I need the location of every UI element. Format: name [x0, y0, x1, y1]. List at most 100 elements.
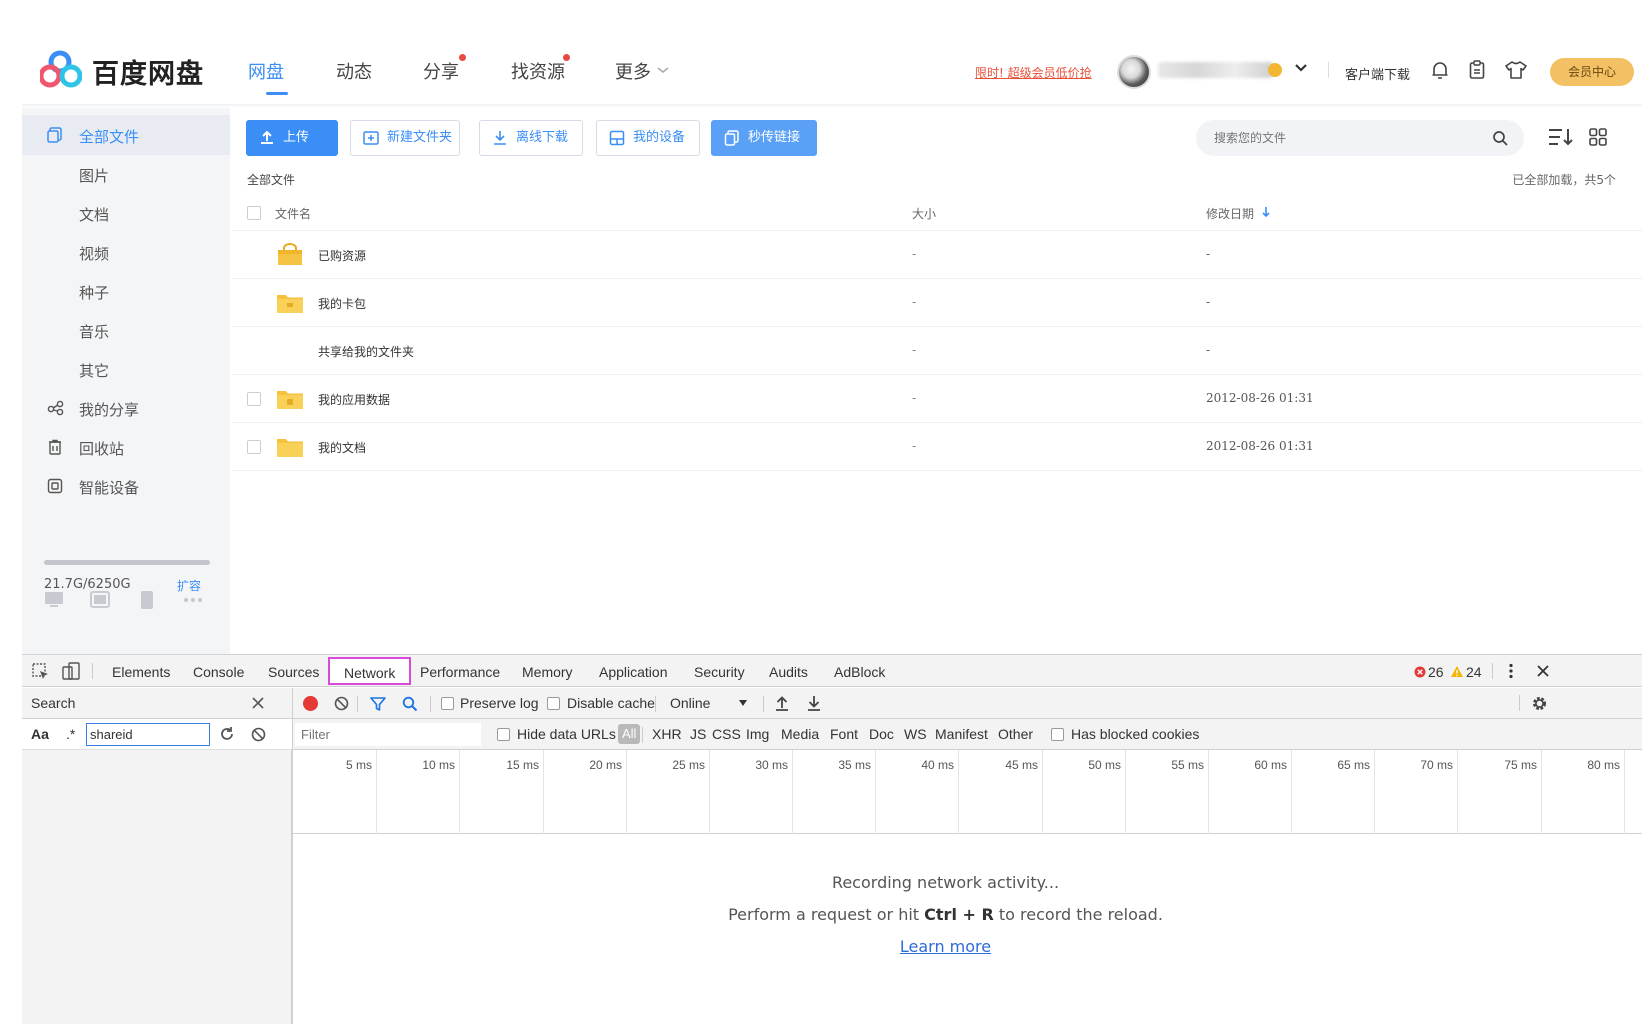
clear-log-icon[interactable]: [334, 696, 349, 711]
tab-elements[interactable]: Elements: [112, 664, 170, 680]
column-header-date[interactable]: 修改日期: [1206, 205, 1254, 222]
shirt-icon[interactable]: [1505, 61, 1527, 79]
username-blurred[interactable]: [1158, 62, 1273, 78]
record-button-icon[interactable]: [303, 696, 318, 711]
close-devtools-icon[interactable]: [1536, 664, 1550, 678]
sidebar-item-videos[interactable]: 视频: [22, 232, 230, 272]
sidebar-item-other[interactable]: 其它: [22, 349, 230, 389]
sidebar-item-torrents[interactable]: 种子: [22, 271, 230, 311]
kebab-menu-icon[interactable]: [1508, 663, 1514, 679]
device-toolbar-icon[interactable]: [62, 662, 80, 680]
sidebar-item-documents[interactable]: 文档: [22, 193, 230, 233]
select-all-checkbox[interactable]: [247, 206, 261, 220]
row-checkbox[interactable]: [247, 440, 261, 454]
nav-share[interactable]: 分享: [423, 58, 459, 84]
vip-center-button[interactable]: 会员中心: [1550, 58, 1634, 86]
bell-icon[interactable]: [1431, 60, 1449, 80]
search-icon[interactable]: [402, 696, 418, 712]
grid-view-icon[interactable]: [1589, 128, 1607, 146]
sidebar-item-recycle-bin[interactable]: 回收站: [22, 427, 230, 467]
my-devices-button[interactable]: 我的设备: [596, 120, 700, 156]
hide-data-urls-label[interactable]: Hide data URLs: [517, 726, 616, 742]
sidebar-item-smart-devices[interactable]: 智能设备: [22, 466, 230, 506]
offline-download-button[interactable]: 离线下载: [479, 120, 583, 156]
warning-icon[interactable]: [1450, 665, 1464, 678]
hide-data-urls-checkbox[interactable]: [497, 728, 510, 741]
sidebar-item-music[interactable]: 音乐: [22, 310, 230, 350]
filter-type-doc[interactable]: Doc: [869, 726, 894, 742]
file-name[interactable]: 已购资源: [318, 247, 366, 264]
upload-button[interactable]: 上传: [246, 120, 338, 156]
filter-type-js[interactable]: JS: [690, 726, 706, 742]
nav-more[interactable]: 更多: [615, 58, 651, 84]
gear-icon[interactable]: [1531, 695, 1548, 712]
filter-type-media[interactable]: Media: [781, 726, 819, 742]
file-row[interactable]: 共享给我的文件夹 - -: [232, 327, 1642, 375]
file-row[interactable]: 我的应用数据 - 2012-08-26 01:31: [232, 375, 1642, 423]
clear-search-icon[interactable]: [251, 727, 266, 742]
filter-type-ws[interactable]: WS: [904, 726, 927, 742]
warning-count[interactable]: 24: [1466, 664, 1482, 680]
learn-more-text[interactable]: Learn more: [900, 937, 991, 956]
filter-type-other[interactable]: Other: [998, 726, 1033, 742]
has-blocked-cookies-label[interactable]: Has blocked cookies: [1071, 726, 1199, 742]
nav-activity[interactable]: 动态: [336, 58, 372, 84]
filter-type-css[interactable]: CSS: [712, 726, 741, 742]
file-name[interactable]: 共享给我的文件夹: [318, 343, 414, 360]
preserve-log-label[interactable]: Preserve log: [460, 695, 539, 711]
filter-type-manifest[interactable]: Manifest: [935, 726, 988, 742]
throttle-select[interactable]: Online: [670, 695, 710, 711]
column-header-size[interactable]: 大小: [912, 205, 936, 222]
tab-network[interactable]: Network: [328, 657, 412, 685]
file-name[interactable]: 我的卡包: [318, 295, 366, 312]
expand-storage-link[interactable]: 扩容: [177, 577, 201, 594]
client-download-link[interactable]: 客户端下载: [1345, 64, 1410, 83]
nav-find-resources[interactable]: 找资源: [511, 58, 565, 84]
network-filter-input[interactable]: [295, 723, 481, 746]
throttle-dropdown-icon[interactable]: [739, 700, 747, 706]
sidebar-item-all-files[interactable]: 全部文件: [22, 115, 230, 155]
logo-text[interactable]: 百度网盘: [92, 52, 204, 91]
search-query-input[interactable]: [86, 723, 210, 746]
file-name[interactable]: 我的应用数据: [318, 391, 390, 408]
file-row[interactable]: 已购资源 - -: [232, 231, 1642, 279]
error-count[interactable]: 26: [1428, 664, 1444, 680]
avatar[interactable]: [1117, 55, 1151, 89]
file-row[interactable]: 我的文档 - 2012-08-26 01:31: [232, 423, 1642, 471]
error-icon[interactable]: [1414, 666, 1426, 678]
sidebar-item-images[interactable]: 图片: [22, 154, 230, 194]
nav-netdisk[interactable]: 网盘: [248, 58, 284, 84]
tab-performance[interactable]: Performance: [420, 664, 500, 680]
has-blocked-cookies-checkbox[interactable]: [1051, 728, 1064, 741]
filter-type-font[interactable]: Font: [830, 726, 858, 742]
sort-desc-arrow-icon[interactable]: [1261, 206, 1271, 218]
promo-link[interactable]: 限时! 超级会员低价抢: [975, 64, 1092, 81]
tab-console[interactable]: Console: [193, 664, 244, 680]
more-dropdown-icon[interactable]: [657, 66, 669, 74]
network-timeline-overview[interactable]: 5 ms 10 ms 15 ms 20 ms 25 ms 30 ms 35 ms 40 ms 4…: [293, 750, 1642, 834]
tab-adblock[interactable]: AdBlock: [834, 664, 885, 680]
column-header-name[interactable]: 文件名: [275, 205, 311, 222]
chevron-down-icon[interactable]: [1294, 63, 1308, 73]
sidebar-item-my-shares[interactable]: 我的分享: [22, 388, 230, 428]
close-search-icon[interactable]: [252, 697, 264, 709]
file-row[interactable]: 我的卡包 - -: [232, 279, 1642, 327]
tab-audits[interactable]: Audits: [769, 664, 808, 680]
more-dots-icon[interactable]: [183, 597, 203, 603]
disable-cache-label[interactable]: Disable cache: [567, 695, 655, 711]
phone-icon[interactable]: [140, 590, 154, 610]
baidu-netdisk-logo-icon[interactable]: [40, 50, 82, 88]
tab-memory[interactable]: Memory: [522, 664, 573, 680]
tab-application[interactable]: Application: [599, 664, 668, 680]
tablet-icon[interactable]: [90, 591, 110, 609]
sort-icon[interactable]: [1548, 128, 1574, 146]
instant-link-button[interactable]: 秒传链接: [711, 120, 817, 156]
filter-type-img[interactable]: Img: [746, 726, 769, 742]
new-folder-button[interactable]: 新建文件夹: [350, 120, 460, 156]
refresh-search-icon[interactable]: [219, 726, 235, 742]
filter-icon[interactable]: [370, 696, 386, 712]
file-search-box[interactable]: [1196, 120, 1524, 156]
export-har-icon[interactable]: [807, 695, 821, 711]
preserve-log-checkbox[interactable]: [441, 697, 454, 710]
file-name[interactable]: 我的文档: [318, 439, 366, 456]
